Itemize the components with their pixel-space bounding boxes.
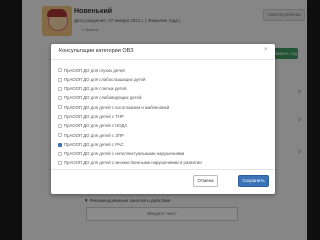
option-label: ПрАООП ДО для слабовидящих детей: [64, 95, 142, 101]
option-label: ПрАООП ДО для детей с множественными нар…: [64, 160, 202, 166]
option-label: ПрАООП ДО для детей с косоглазием и амбл…: [64, 104, 170, 110]
option-label: ПрАООП ДО для детей с РАС: [64, 141, 124, 147]
option-checkbox[interactable]: [58, 114, 62, 119]
ovz-modal: Консультации категории ОВЗ × ПрАООП ДО д…: [51, 44, 275, 194]
option-checkbox[interactable]: [58, 161, 62, 166]
option-checkbox[interactable]: [58, 124, 62, 129]
option-checkbox[interactable]: [58, 142, 62, 147]
option-label: ПрАООП ДО для детей с интеллектуальными …: [64, 151, 185, 157]
close-icon[interactable]: ×: [264, 47, 268, 53]
option-label: ПрАООП ДО для детей с ЗПР: [64, 132, 124, 138]
option-label: ПрАООП ДО для детей с ТНР: [64, 113, 124, 119]
modal-title: Консультации категории ОВЗ: [59, 48, 134, 54]
option-checkbox[interactable]: [58, 77, 62, 82]
option-label: ПрАООП ДО для слабослышащих детей: [64, 76, 146, 82]
option-checkbox[interactable]: [58, 151, 62, 156]
option-label: ПрАООП ДО для глухих детей: [64, 67, 125, 73]
option-checkbox[interactable]: [58, 86, 62, 91]
option-label: ПрАООП ДО для слепых детей: [64, 86, 127, 92]
modal-header: Консультации категории ОВЗ ×: [51, 44, 275, 60]
option-checkbox[interactable]: [58, 68, 62, 73]
save-button[interactable]: Сохранить: [238, 175, 269, 187]
option-checkbox[interactable]: [58, 96, 62, 101]
cancel-button[interactable]: Отмена: [193, 175, 218, 187]
option-label: ПрАООП ДО для детей с НОДА: [64, 123, 128, 129]
option-checkbox[interactable]: [58, 133, 62, 138]
option-checkbox[interactable]: [58, 105, 62, 110]
